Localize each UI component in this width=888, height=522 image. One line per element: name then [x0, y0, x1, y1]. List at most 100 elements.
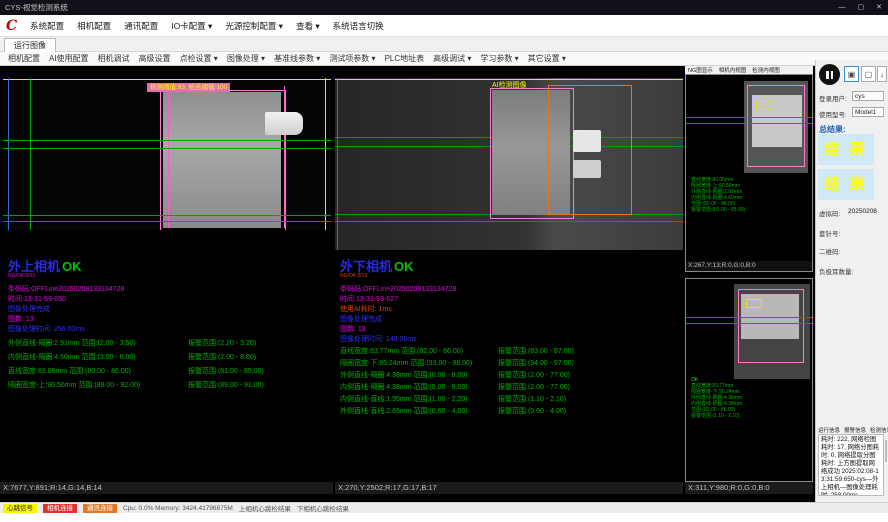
measure-line	[686, 317, 812, 318]
barcode-text: 条码码:OFFLine20250208133134728	[8, 285, 334, 295]
connector-graphic	[265, 112, 303, 135]
title-bar: CYS-视觉检测系统	[0, 0, 888, 15]
highlight-blob	[573, 130, 601, 152]
tool-camera-debug[interactable]: 相机调试	[98, 53, 130, 64]
alarm-range-text: 报警范围:(2.00 - 8.00)	[188, 352, 256, 366]
image-count-text: 图数: 13	[8, 315, 334, 325]
alarm-range-text: 报警范围:(0.60 - 4.00)	[498, 406, 566, 418]
tool-advanced-settings[interactable]: 高级设置	[139, 53, 171, 64]
tool-test-params[interactable]: 测试项参数 ▾	[329, 53, 375, 64]
tab-run-image[interactable]: 运行图像	[4, 38, 56, 53]
measure-line	[335, 221, 683, 222]
log-scrollbar[interactable]	[885, 440, 887, 462]
tool-plc-address[interactable]: PLC地址表	[385, 53, 425, 64]
mini-view-2[interactable]: OK 直线宽度:83.77mm 隔圈宽度-下:95.24mm 外侧直线-隔圈:4…	[685, 278, 813, 482]
neg-tab-count-label: 负极耳数量:	[819, 266, 853, 276]
menu-language-switch[interactable]: 系统语言切换	[333, 20, 384, 32]
measurement-text: 内侧直线-隔圈:4.38mm 范围:(0.00 - 9.00)	[340, 382, 498, 394]
mini-view-1[interactable]: 直线宽度:83.05mm 隔圈宽度-上:90.56mm 外侧直线-隔圈:2.91…	[685, 74, 813, 272]
measure-line	[284, 86, 285, 228]
roi-rectangle	[160, 90, 286, 230]
guide-line	[8, 78, 9, 230]
virtual-code-label: 虚拟码:	[819, 208, 840, 218]
menu-light-control[interactable]: 光源控制配置 ▾	[225, 20, 283, 32]
tab-detect-log[interactable]: 检测信息	[870, 426, 888, 434]
threshold-label: 检测阈值:93, 检合阈值:100	[147, 83, 230, 92]
login-user-field[interactable]: cys	[852, 91, 884, 101]
mid-meta: 条码码:OFFLine20250208133134728 时间:13-31-59…	[340, 285, 680, 345]
measure-line	[3, 221, 331, 222]
menu-view[interactable]: 查看 ▾	[296, 20, 320, 32]
measurement-row: 外侧直线-隔圈:4.38mm 范围:(0.00 - 9.00)报警范围:(2.0…	[340, 370, 680, 382]
left-meta: 条码码:OFFLine20250208133134728 时间:13-31-59…	[8, 285, 334, 335]
qr-code-label: 二维码:	[819, 246, 840, 256]
window-title: CYS-视觉检测系统	[5, 3, 68, 12]
measure-line	[686, 123, 812, 124]
mid-camera-image[interactable]: AI检测图像	[335, 78, 683, 250]
barcode-text: 条码码:OFFLine20250208133134728	[340, 285, 680, 295]
left-measurements: 外侧直线-隔圈:2.91mm 范围:(2.00 - 3.50)报警范围:(2.2…	[8, 338, 334, 394]
minimize-icon[interactable]: —	[839, 0, 846, 15]
result-badge-2: 结 果	[818, 169, 874, 200]
maximize-icon[interactable]: ▢	[858, 0, 865, 15]
time-text: 时间:13-31-59-650	[8, 295, 334, 305]
process-time-text: 图像处理时间: 140.00ms	[340, 335, 680, 345]
tool-spotcheck-settings[interactable]: 点检设置 ▾	[180, 53, 218, 64]
mini-view-tabs: NG图显示 相机内视图 检测内视图	[685, 66, 813, 74]
mini-measurements: 直线宽度:83.05mm 隔圈宽度-上:90.56mm 外侧直线-隔圈:2.91…	[691, 177, 745, 213]
measurement-row: 内侧直线-隔圈:4.60mm 范围:(3.00 - 6.00)报警范围:(2.0…	[8, 352, 334, 366]
pause-button[interactable]	[819, 64, 840, 85]
menu-camera-config[interactable]: 相机配置	[77, 20, 111, 32]
ai-image-label: AI检测图像	[492, 80, 527, 90]
measure-line	[686, 323, 812, 324]
measure-line	[686, 117, 812, 118]
lower-camera-result-text: 下相机心跳检结果	[297, 503, 349, 513]
heartbeat-status-badge: 心跳信号	[3, 504, 37, 513]
side-panel: ▣ ▢ ↓ 登录用户: cys 使用型号: Model1 总结果: 结 果 结 …	[815, 60, 888, 502]
measure-line	[3, 148, 331, 149]
app-window: CYS-视觉检测系统 — ▢ ✕ C 系统配置 相机配置 通讯配置 IO卡配置 …	[0, 0, 888, 522]
tool-learning-params[interactable]: 学习参数 ▾	[480, 53, 518, 64]
guide-line	[325, 78, 326, 230]
tool-baseline-params[interactable]: 基准线参数 ▾	[274, 53, 320, 64]
mini1-coordinate-bar: X:267,Y:13;R:0,G:0,B:0	[686, 261, 812, 271]
tool-other-settings[interactable]: 其它设置 ▾	[528, 53, 566, 64]
tab-alarm-log[interactable]: 报警信息	[844, 426, 866, 434]
login-user-label: 登录用户:	[819, 93, 847, 103]
upper-camera-result-text: 上相机心跳检结果	[239, 503, 291, 513]
left-coordinate-bar: X:7677,Y:891;R:14,G:14,B:14	[0, 482, 333, 494]
alarm-range-text: 报警范围:(81.00 - 85.00)	[188, 366, 264, 380]
tool-advanced-debug[interactable]: 高级调试 ▾	[433, 53, 471, 64]
ai-time-text: 使用AI耗时: 1ms	[340, 305, 680, 315]
capture-image-button[interactable]: ▣	[844, 66, 859, 82]
menu-io-config[interactable]: IO卡配置 ▾	[171, 20, 212, 32]
tool-image-processing[interactable]: 图像处理 ▾	[227, 53, 265, 64]
pause-icon	[826, 71, 829, 79]
tool-ai-config[interactable]: AI使用配置	[49, 53, 89, 64]
tool-camera-config[interactable]: 相机配置	[8, 53, 40, 64]
measurement-text: 隔圈宽度-下:95.24mm 范围:(93.00 - 98.00)	[340, 358, 498, 370]
status-ok: OK	[394, 259, 414, 274]
measurement-row: 直线宽度:83.77mm 范围:(82.00 - 86.00)报警范围:(83.…	[340, 346, 680, 358]
tab-detect-inner-view[interactable]: 检测内视图	[752, 66, 780, 74]
measurement-text: 外侧直线-直线:2.65mm 范围:(0.60 - 4.00)	[340, 406, 498, 418]
mid-result-block: 外下相机OK NG/OK:0/13 条码码:OFFLine20250208133…	[340, 256, 680, 345]
tab-ng-image[interactable]: NG图显示	[688, 66, 713, 74]
left-result-block: 外上相机OK NG/OK:0/13 条码码:OFFLine20250208133…	[8, 256, 334, 335]
log-output[interactable]: 耗时: 222, 网络检图耗时: 17, 网络分图耗时: 0, 网络提取分图耗时…	[818, 434, 884, 496]
close-icon[interactable]: ✕	[876, 0, 882, 15]
mid-measurements: 直线宽度:83.77mm 范围:(82.00 - 86.00)报警范围:(83.…	[340, 346, 680, 418]
pause-icon	[831, 71, 834, 79]
measurement-row: 隔圈宽度-下:95.24mm 范围:(93.00 - 98.00)报警范围:(9…	[340, 358, 680, 370]
menu-system-config[interactable]: 系统配置	[30, 20, 64, 32]
tab-camera-inner-view[interactable]: 相机内视图	[719, 66, 747, 74]
left-camera-image[interactable]: 检测阈值:93, 检合阈值:100	[3, 78, 331, 230]
mini-measurements: OK 直线宽度:83.77mm 隔圈宽度-下:95.24mm 外侧直线-隔圈:4…	[691, 377, 742, 419]
model-field[interactable]: Model1	[852, 107, 884, 117]
measurement-row: 隔圈宽度-上:90.56mm 范围:(88.00 - 92.00)报警范围:(8…	[8, 380, 334, 394]
tab-run-log[interactable]: 运行信息	[818, 426, 840, 434]
frame-button[interactable]: ▢	[861, 66, 876, 82]
main-workspace: 检测阈值:93, 检合阈值:100 AI检测图像 外上相机OK NG/OK:0/…	[0, 66, 888, 502]
arrow-down-button[interactable]: ↓	[877, 66, 887, 82]
menu-comm-config[interactable]: 通讯配置	[124, 20, 158, 32]
